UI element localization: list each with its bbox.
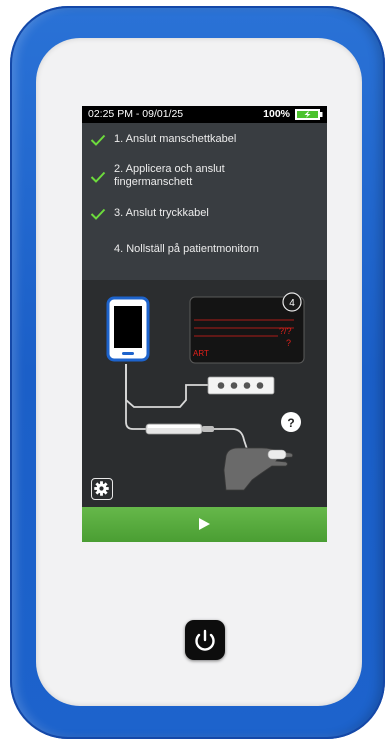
hand-icon [223, 447, 294, 491]
battery-icon [295, 109, 323, 120]
power-button[interactable] [185, 620, 225, 660]
steps-panel: 1. Anslut manschettkabel 2. Applicera oc… [82, 123, 327, 280]
check-icon [90, 134, 106, 146]
step-label: 3. Anslut tryckkabel [114, 207, 209, 219]
play-icon [199, 518, 210, 530]
check-icon [90, 171, 106, 183]
interface-box-icon [207, 376, 275, 395]
help-icon-label: ? [287, 416, 294, 430]
battery-percent: 100% [263, 108, 290, 120]
check-icon [90, 208, 106, 220]
start-button[interactable] [82, 507, 327, 542]
monitor-value-2: ? [286, 338, 291, 348]
monitor-badge: 4 [282, 292, 302, 312]
status-datetime: 02:25 PM - 09/01/25 [88, 108, 184, 120]
monitor-channel: ART [193, 349, 209, 358]
cable-cuff [125, 364, 146, 430]
monitor-value-1: ?/? [279, 326, 292, 336]
step-label: 2. Applicera och anslut fingermanschett [114, 163, 225, 188]
touch-screen: 02:25 PM - 09/01/25 100% 1. Anslut mansc… [82, 106, 327, 542]
step-label: 1. Anslut manschettkabel [114, 133, 237, 145]
status-bar: 02:25 PM - 09/01/25 100% [82, 106, 327, 123]
power-icon [195, 629, 215, 651]
phone-icon [106, 296, 150, 362]
cuff-connector-icon [145, 423, 214, 435]
cable-pressure [125, 364, 208, 408]
connection-diagram: ?/? ? ART 4 ? [106, 292, 305, 491]
step-label: 4. Nollställ på patientmonitorn [114, 243, 259, 255]
gear-icon [94, 481, 109, 496]
monitor-badge-number: 4 [289, 298, 295, 309]
settings-button[interactable] [91, 478, 113, 500]
help-icon: ? [281, 412, 301, 432]
